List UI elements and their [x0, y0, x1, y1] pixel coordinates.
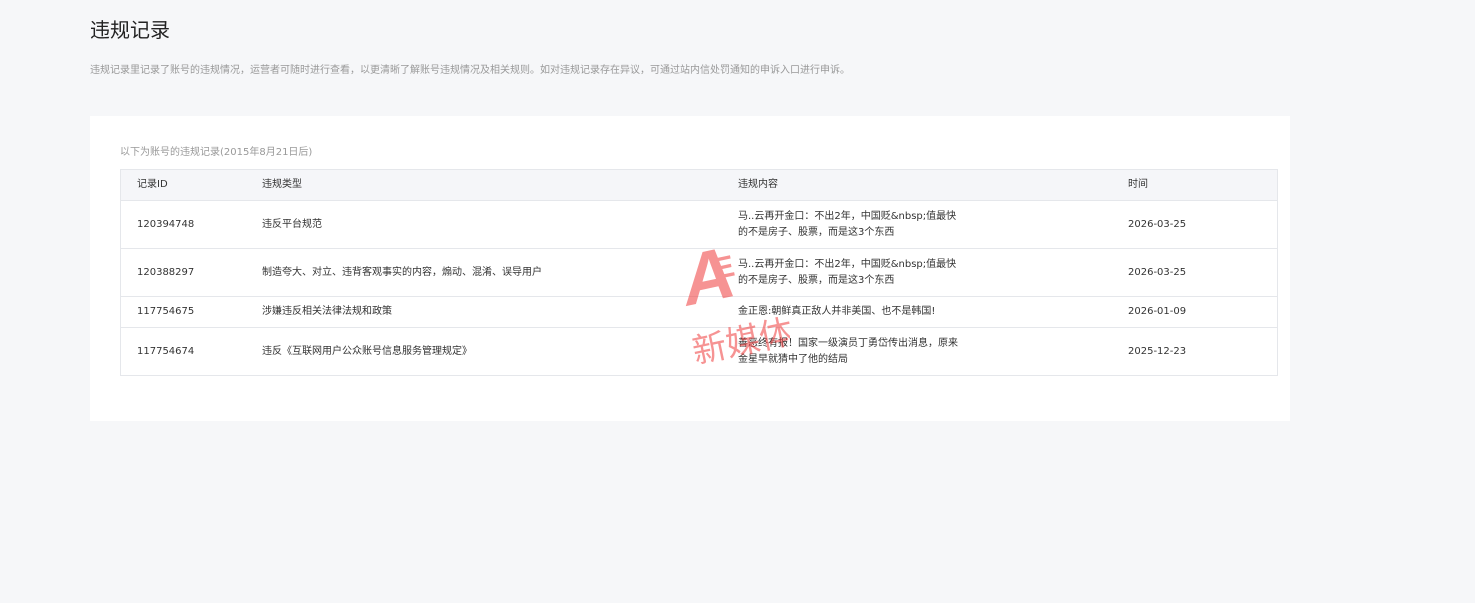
record-content-link[interactable]: 善恶终有报！国家一级演员丁勇岱传出消息，原来金星早就猜中了他的结局 [738, 336, 963, 368]
table-header-row: 记录ID 违规类型 违规内容 时间 [120, 169, 1278, 201]
table-row: 120394748 违反平台规范 马..云再开金口：不出2年，中国贬&nbsp;… [120, 200, 1278, 249]
record-time: 2026-03-25 [1128, 200, 1278, 249]
record-time: 2025-12-23 [1128, 327, 1278, 376]
record-id: 120394748 [120, 200, 262, 249]
table-row: 117754674 违反《互联网用户公众账号信息服务管理规定》 善恶终有报！国家… [120, 327, 1278, 376]
records-card: 以下为账号的违规记录(2015年8月21日后) 记录ID 违规类型 违规内容 时… [90, 116, 1290, 421]
table-row: 120388297 制造夸大、对立、违背客观事实的内容，煽动、混淆、误导用户 马… [120, 248, 1278, 297]
record-content-link[interactable]: 马..云再开金口：不出2年，中国贬&nbsp;值最快的不是房子、股票，而是这3个… [738, 257, 963, 289]
record-id: 120388297 [120, 248, 262, 297]
column-header-time: 时间 [1128, 169, 1278, 201]
column-header-content: 违规内容 [738, 169, 1128, 201]
record-type: 违反平台规范 [262, 200, 738, 249]
column-header-type: 违规类型 [262, 169, 738, 201]
record-type: 制造夸大、对立、违背客观事实的内容，煽动、混淆、误导用户 [262, 248, 738, 297]
records-caption: 以下为账号的违规记录(2015年8月21日后) [120, 147, 313, 158]
record-type: 涉嫌违反相关法律法规和政策 [262, 296, 738, 328]
record-time: 2026-03-25 [1128, 248, 1278, 297]
record-type: 违反《互联网用户公众账号信息服务管理规定》 [262, 327, 738, 376]
record-content-link[interactable]: 金正恩:朝鲜真正敌人并非美国、也不是韩国! [738, 304, 1128, 320]
record-id: 117754674 [120, 327, 262, 376]
records-table: 记录ID 违规类型 违规内容 时间 120394748 违反平台规范 马..云再… [120, 169, 1278, 376]
record-id: 117754675 [120, 296, 262, 328]
record-content-link[interactable]: 马..云再开金口：不出2年，中国贬&nbsp;值最快的不是房子、股票，而是这3个… [738, 209, 963, 241]
column-header-id: 记录ID [120, 169, 262, 201]
page-description: 违规记录里记录了账号的违规情况，运营者可随时进行查看，以更清晰了解账号违规情况及… [90, 65, 850, 76]
table-row: 117754675 涉嫌违反相关法律法规和政策 金正恩:朝鲜真正敌人并非美国、也… [120, 296, 1278, 328]
page-title: 违规记录 [90, 18, 170, 42]
violation-records-page: 违规记录 违规记录里记录了账号的违规情况，运营者可随时进行查看，以更清晰了解账号… [0, 0, 1475, 603]
record-time: 2026-01-09 [1128, 296, 1278, 328]
